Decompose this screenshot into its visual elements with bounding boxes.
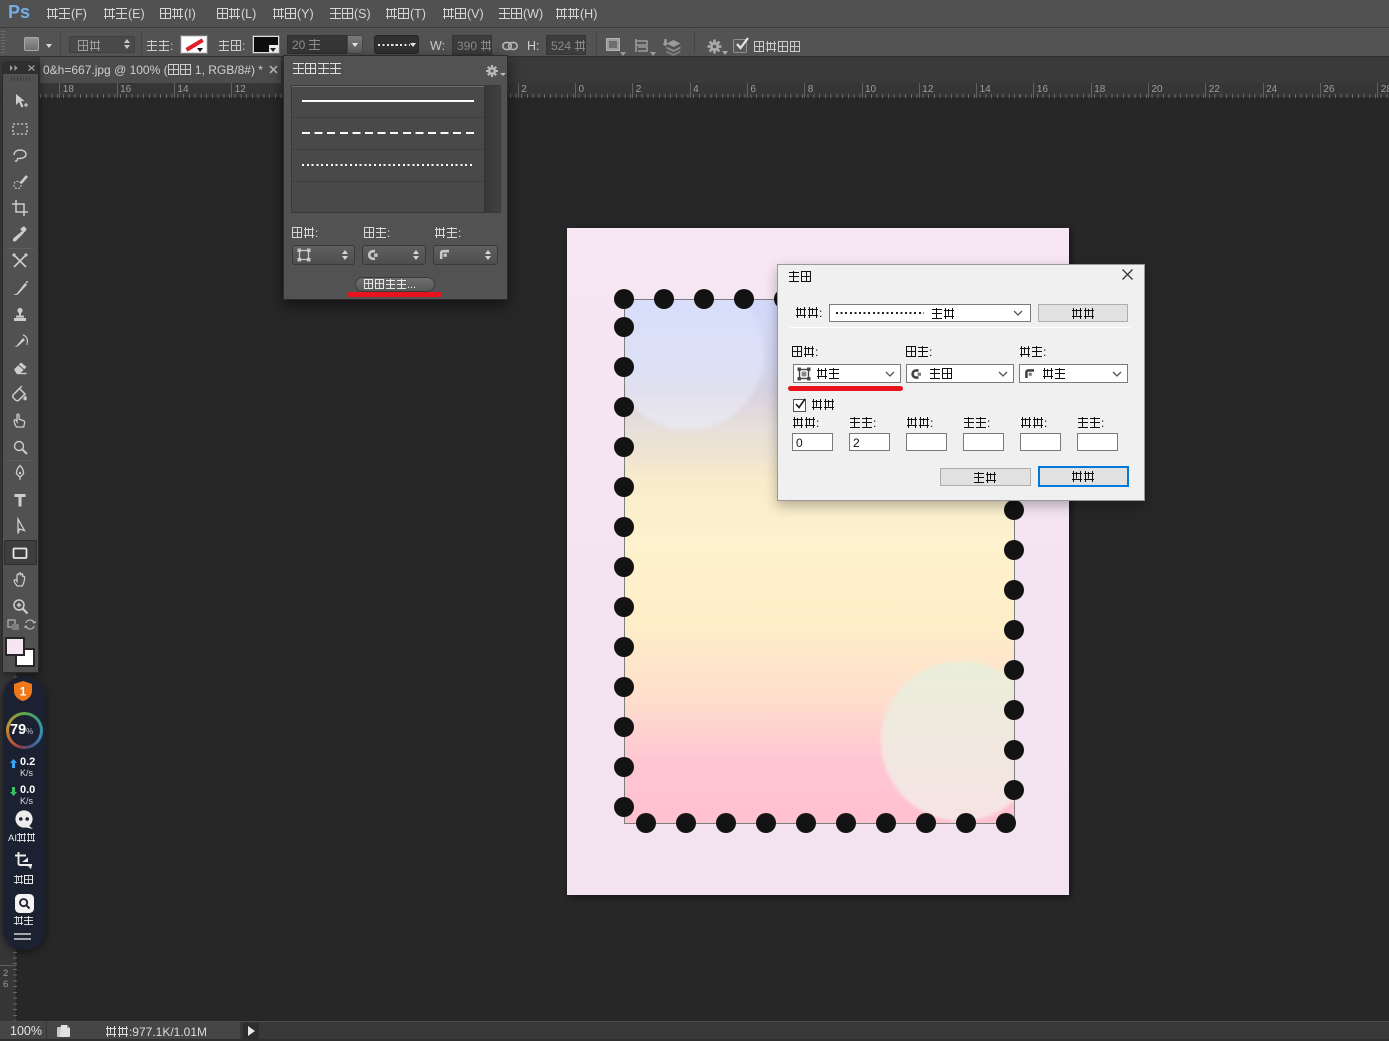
svg-text:1: 1 xyxy=(20,685,27,699)
